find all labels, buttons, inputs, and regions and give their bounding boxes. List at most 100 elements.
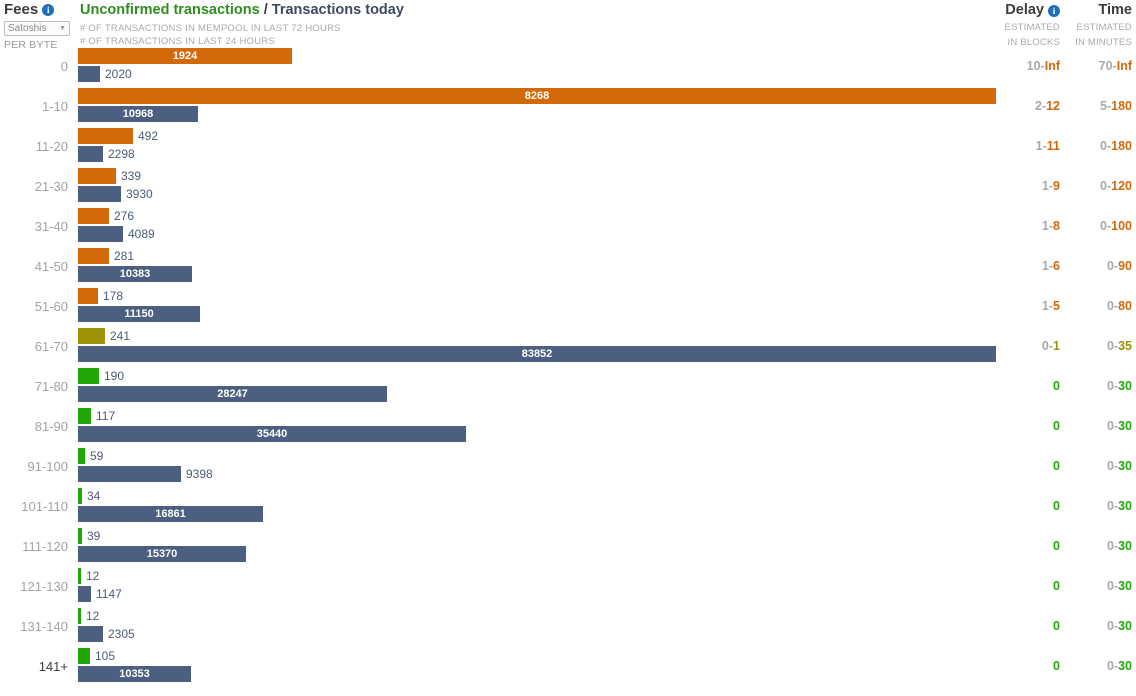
- range-low: 1: [1041, 179, 1049, 193]
- today-bar-line: 10968: [78, 106, 1136, 126]
- today-bar[interactable]: 10968: [78, 106, 198, 122]
- time-cell: 0-35: [1062, 326, 1132, 366]
- info-icon[interactable]: i: [1048, 4, 1060, 17]
- mempool-bar[interactable]: [78, 448, 85, 464]
- today-value: 10353: [119, 668, 150, 680]
- chevron-down-icon: ▼: [59, 25, 66, 32]
- range-high: 0: [1053, 459, 1060, 473]
- chart-header: Fees i Satoshis ▼ PER BYTE Unconfirmed t…: [0, 0, 1136, 51]
- fee-range-label: 21-30: [34, 178, 68, 194]
- time-title: Time: [1098, 2, 1132, 18]
- today-bar[interactable]: 16861: [78, 506, 263, 522]
- mempool-bar-line: 12: [78, 566, 1136, 586]
- fee-range-label: 31-40: [34, 218, 68, 234]
- fee-row: 71-80 190 28247 0 0-30: [0, 366, 1136, 406]
- delay-range: 0: [1053, 499, 1060, 513]
- info-icon[interactable]: i: [42, 4, 55, 16]
- range-low: 0: [1041, 339, 1049, 353]
- mempool-bar[interactable]: [78, 328, 105, 344]
- fee-range-label: 0: [60, 58, 68, 74]
- row-bars: 12 2305: [78, 606, 1136, 646]
- today-bar[interactable]: 10383: [78, 266, 192, 282]
- time-cell: 5-180: [1062, 86, 1132, 126]
- range-low: 0: [1106, 659, 1114, 673]
- delay-range: 1-5: [1042, 299, 1060, 313]
- today-bar[interactable]: 35440: [78, 426, 466, 442]
- today-bar[interactable]: [78, 466, 181, 482]
- range-high: 90: [1118, 259, 1132, 273]
- row-bars: 12 1147: [78, 566, 1136, 606]
- today-value: 2298: [108, 147, 135, 161]
- fee-range-label: 41-50: [34, 258, 68, 274]
- mempool-bar[interactable]: [78, 648, 90, 664]
- today-bar[interactable]: [78, 226, 123, 242]
- range-high: 6: [1053, 259, 1060, 273]
- delay-cell: 0: [1000, 526, 1060, 566]
- mempool-value: 12: [86, 569, 100, 583]
- mempool-bar-line: 492: [78, 126, 1136, 146]
- range-low: 1: [1035, 139, 1043, 153]
- range-high: 30: [1118, 499, 1132, 513]
- delay-cell: 1-6: [1000, 246, 1060, 286]
- range-low: 0: [1106, 299, 1114, 313]
- row-bars: 117 35440: [78, 406, 1136, 446]
- delay-range: 0: [1053, 579, 1060, 593]
- mempool-bar-line: 34: [78, 486, 1136, 506]
- time-sub-line1: ESTIMATED: [1076, 22, 1132, 33]
- range-high: 9: [1053, 179, 1060, 193]
- fee-range-label: 61-70: [34, 338, 68, 354]
- mempool-bar[interactable]: [78, 288, 98, 304]
- today-value: 10383: [119, 268, 151, 280]
- range-low: 10: [1026, 59, 1041, 73]
- mempool-value: 8268: [524, 90, 550, 102]
- mempool-bar[interactable]: 1924: [78, 48, 292, 64]
- range-low: 0: [1100, 219, 1107, 233]
- fee-unit-select[interactable]: Satoshis ▼: [4, 21, 70, 36]
- mempool-bar[interactable]: 8268: [78, 88, 996, 104]
- today-bar[interactable]: 10353: [78, 666, 191, 682]
- time-cell: 0-80: [1062, 286, 1132, 326]
- time-range: 70-Inf: [1099, 59, 1132, 73]
- today-bar-line: 10353: [78, 666, 1136, 686]
- range-low: 0: [1106, 539, 1114, 553]
- delay-range: 1-11: [1036, 139, 1060, 153]
- today-bar[interactable]: [78, 186, 121, 202]
- today-bar[interactable]: [78, 586, 91, 602]
- range-low: 0: [1106, 419, 1114, 433]
- fee-range-label: 111-120: [22, 538, 68, 554]
- fee-row: 11-20 492 2298 1-11 0-180: [0, 126, 1136, 166]
- fee-range-label: 141+: [38, 658, 68, 674]
- today-bar[interactable]: 28247: [78, 386, 387, 402]
- mempool-bar[interactable]: [78, 368, 99, 384]
- mempool-bar[interactable]: [78, 208, 109, 224]
- today-bar[interactable]: [78, 626, 103, 642]
- row-bars: 8268 10968: [78, 86, 1136, 126]
- mempool-bar[interactable]: [78, 248, 109, 264]
- mempool-value: 339: [121, 169, 142, 183]
- time-range: 0-35: [1107, 339, 1132, 353]
- fee-chart-app: Fees i Satoshis ▼ PER BYTE Unconfirmed t…: [0, 0, 1136, 696]
- row-bars: 105 10353: [78, 646, 1136, 686]
- today-bar[interactable]: [78, 146, 103, 162]
- delay-range: 0: [1053, 379, 1060, 393]
- title-today: Transactions today: [271, 2, 404, 18]
- mempool-bar[interactable]: [78, 128, 133, 144]
- delay-cell: 1-5: [1000, 286, 1060, 326]
- today-value: 3930: [126, 187, 153, 201]
- today-bar[interactable]: [78, 66, 100, 82]
- today-bar[interactable]: 15370: [78, 546, 246, 562]
- today-bar[interactable]: 83852: [78, 346, 996, 362]
- time-cell: 0-30: [1062, 646, 1132, 686]
- time-cell: 0-30: [1062, 566, 1132, 606]
- fees-title: Fees: [4, 1, 39, 18]
- mempool-value: 1924: [172, 50, 198, 62]
- fee-range-label: 131-140: [20, 618, 68, 634]
- mempool-bar[interactable]: [78, 168, 116, 184]
- mempool-bar[interactable]: [78, 408, 91, 424]
- delay-range: 0: [1053, 459, 1060, 473]
- range-high: 120: [1111, 179, 1132, 193]
- delay-range: 0: [1053, 619, 1060, 633]
- range-high: 5: [1053, 299, 1060, 313]
- delay-cell: 1-11: [1000, 126, 1060, 166]
- today-bar[interactable]: 11150: [78, 306, 200, 322]
